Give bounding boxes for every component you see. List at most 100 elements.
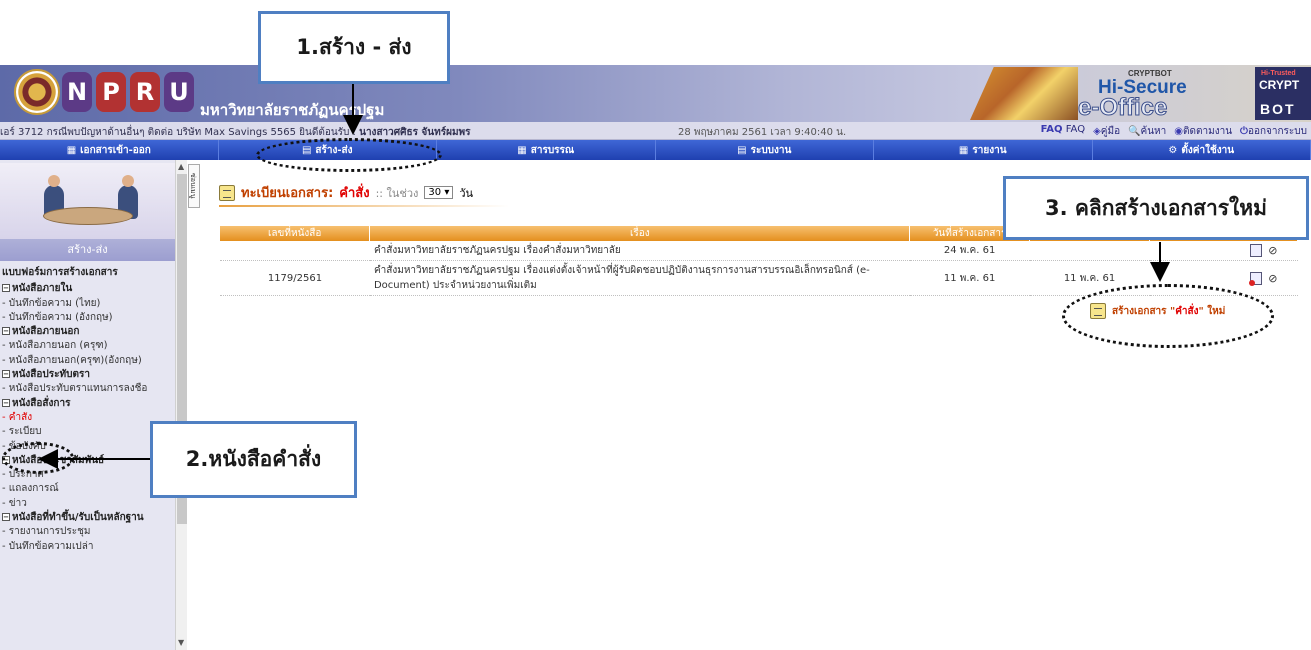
group-title: หนังสือภายใน [12, 283, 73, 295]
hitrusted-badge: Hi-Trusted CRYPT BOT [1255, 67, 1311, 120]
sidebar-item[interactable]: - แถลงการณ์ [0, 482, 175, 496]
highlight-oval-sidebar [2, 442, 74, 474]
sidebar-item[interactable]: - หนังสือภายนอก(ครุฑ)(อังกฤษ) [0, 354, 175, 368]
sidebar-item[interactable]: - หนังสือภายนอก (ครุฑ) [0, 339, 175, 353]
sidebar-group[interactable]: − หนังสือภายนอก [0, 325, 175, 339]
highlight-oval-create [1062, 284, 1274, 348]
logout-link[interactable]: ⏻ออกจากระบบ [1240, 124, 1307, 139]
person-head [122, 175, 134, 187]
faq-icon: FAQ [1040, 124, 1063, 135]
sidebar-group[interactable]: − หนังสือที่ทำขึ้น/รับเป็นหลักฐาน [0, 511, 175, 525]
person-head [48, 175, 60, 187]
announcement-text: เอร์ 3712 กรณีพบปัญหาด้านอื่นๆ ติดต่อ บร… [0, 127, 360, 138]
university-seal-icon [14, 69, 60, 115]
brand-hitrusted: Hi-Trusted [1261, 70, 1296, 77]
doc-created-date: 11 พ.ค. 61 [909, 260, 1030, 296]
current-datetime: 28 พฤษภาคม 2561 เวลา 9:40:40 น. [678, 127, 847, 138]
header-banner: N P R U มหาวิทยาลัยราชภัฏนครปฐม CRYPT BOT… [0, 65, 1311, 122]
sidebar-item[interactable]: - ข่าว [0, 497, 175, 511]
group-title: หนังสือสั่งการ [12, 397, 71, 409]
collapse-icon: − [2, 513, 10, 522]
nav-label: ระบบงาน [750, 144, 792, 156]
nav-saraban[interactable]: ▦ สารบรรณ [437, 140, 656, 160]
scroll-up-icon[interactable]: ▲ [178, 162, 184, 171]
group-title: หนังสือที่ทำขึ้น/รับเป็นหลักฐาน [12, 512, 144, 524]
announcement-marquee: เอร์ 3712 กรณีพบปัญหาด้านอื่นๆ ติดต่อ บร… [0, 125, 471, 139]
document-icon [219, 184, 235, 201]
doc-number: 1179/2561 [220, 260, 370, 296]
computer-icon: ▤ [737, 144, 747, 156]
sidebar-section-title: สร้าง-ส่ง [0, 239, 175, 261]
sidebar-item[interactable]: - บันทึกข้อความ (ไทย) [0, 297, 175, 311]
sidebar-item[interactable]: - ระเบียบ [0, 425, 175, 439]
search-label: ค้นหา [1140, 126, 1167, 137]
sidebar-item[interactable]: - หนังสือประทับตราแทนการลงชื่อ [0, 382, 175, 396]
sidebar-item-command[interactable]: - คำสั่ง [0, 411, 175, 425]
tracking-link[interactable]: ◉ติดตามงาน [1174, 124, 1232, 139]
brand-bot: BOT [1260, 101, 1296, 117]
manual-link[interactable]: ◈คู่มือ [1093, 124, 1120, 139]
user-name: นางสาวศศิธร จันทร์ผมพร [359, 127, 471, 138]
callout-step3: 3. คลิกสร้างเอกสารใหม่ [1003, 176, 1309, 240]
nav-label: สารบรรณ [530, 144, 575, 156]
logo-letter: U [164, 72, 194, 112]
main-nav: ▦ เอกสารเข้า-ออก ▤ สร้าง-ส่ง ▦ สารบรรณ ▤ ระบ… [0, 140, 1311, 160]
nav-incoming-outgoing[interactable]: ▦ เอกสารเข้า-ออก [0, 140, 219, 160]
sidebar-scrollbar[interactable]: ▲ ▼ [175, 160, 187, 650]
tracking-label: ติดตามงาน [1183, 126, 1233, 137]
meeting-table [43, 207, 133, 225]
nav-label: เอกสารเข้า-ออก [80, 144, 151, 156]
nav-systems[interactable]: ▤ ระบบงาน [656, 140, 874, 160]
sidebar-group[interactable]: − หนังสือภายใน [0, 282, 175, 296]
doc-subject[interactable]: คำสั่งมหาวิทยาลัยราชภัฏนครปฐม เรื่องคำสั… [369, 241, 910, 261]
sidebar-group[interactable]: − หนังสือสั่งการ [0, 397, 175, 411]
sidebar-form-heading: แบบฟอร์มการสร้างเอกสาร [2, 267, 118, 278]
hide-menu-tab[interactable]: ซ่อนเมนู [188, 164, 200, 208]
range-select[interactable]: 30 ▾ [424, 186, 454, 199]
nav-settings[interactable]: ⚙ ตั้งค่าใช้งาน [1093, 140, 1311, 160]
search-icon: 🔍 [1128, 126, 1141, 137]
status-bar: เอร์ 3712 กรณีพบปัญหาด้านอื่นๆ ติดต่อ บร… [0, 122, 1311, 140]
binoculars-icon: ◉ [1174, 126, 1183, 137]
manual-icon: ◈ [1093, 126, 1101, 137]
attachment-icon[interactable]: ⊘ [1268, 272, 1277, 285]
settings-icon: ⚙ [1168, 144, 1178, 156]
sidebar-item[interactable]: - รายงานการประชุม [0, 525, 175, 539]
search-link[interactable]: 🔍ค้นหา [1128, 124, 1166, 139]
meeting-illustration [0, 163, 175, 239]
edit-document-icon[interactable] [1250, 244, 1263, 257]
doc-sent-date [1029, 241, 1150, 261]
title-type: คำสั่ง [339, 186, 370, 201]
product-logo: CRYPTBOT Hi-Secure e-Office Hi-Trusted C… [1075, 67, 1311, 122]
faq-label: FAQ [1065, 124, 1086, 135]
title-prefix: ทะเบียนเอกสาร: [241, 186, 334, 201]
university-name: มหาวิทยาลัยราชภัฏนครปฐม [200, 101, 385, 119]
book-icon: ▦ [517, 144, 527, 156]
column-header: เลขที่หนังสือ [220, 226, 371, 241]
page-title: ทะเบียนเอกสาร: คำสั่ง :: ในช่วง 30 ▾ วัน [219, 182, 473, 203]
sidebar-item[interactable]: - บันทึกข้อความ (อังกฤษ) [0, 311, 175, 325]
nav-reports[interactable]: ▦ รายงาน [874, 140, 1093, 160]
power-icon: ⏻ [1240, 126, 1248, 137]
sent-document-icon[interactable] [1249, 271, 1263, 286]
row-actions: ⊘ [1149, 241, 1298, 261]
collapse-icon: − [2, 327, 10, 336]
logo-letter: R [130, 72, 160, 112]
scroll-down-icon[interactable]: ▼ [178, 638, 184, 647]
doc-subject[interactable]: คำสั่งมหาวิทยาลัยราชภัฏนครปฐม เรื่องแต่ง… [369, 260, 910, 296]
report-icon: ▦ [958, 144, 969, 156]
nav-label: รายงาน [972, 144, 1007, 156]
table-row[interactable]: คำสั่งมหาวิทยาลัยราชภัฏนครปฐม เรื่องคำสั… [220, 241, 1298, 261]
title-underline [219, 205, 509, 207]
manual-label: คู่มือ [1100, 126, 1121, 137]
collapse-icon: − [2, 284, 10, 293]
sidebar-item[interactable]: - บันทึกข้อความเปล่า [0, 540, 175, 554]
sidebar-group[interactable]: − หนังสือประทับตรา [0, 368, 175, 382]
callout-step2: 2.หนังสือคำสั่ง [150, 421, 357, 498]
attachment-icon[interactable]: ⊘ [1268, 244, 1277, 257]
sidebar: สร้าง-ส่ง แบบฟอร์มการสร้างเอกสาร − หนังสื… [0, 160, 175, 650]
logo-letter: P [96, 72, 126, 112]
group-title: หนังสือภายนอก [12, 326, 80, 338]
logout-label: ออกจากระบบ [1247, 126, 1307, 137]
faq-link[interactable]: FAQ FAQ [1041, 124, 1086, 139]
